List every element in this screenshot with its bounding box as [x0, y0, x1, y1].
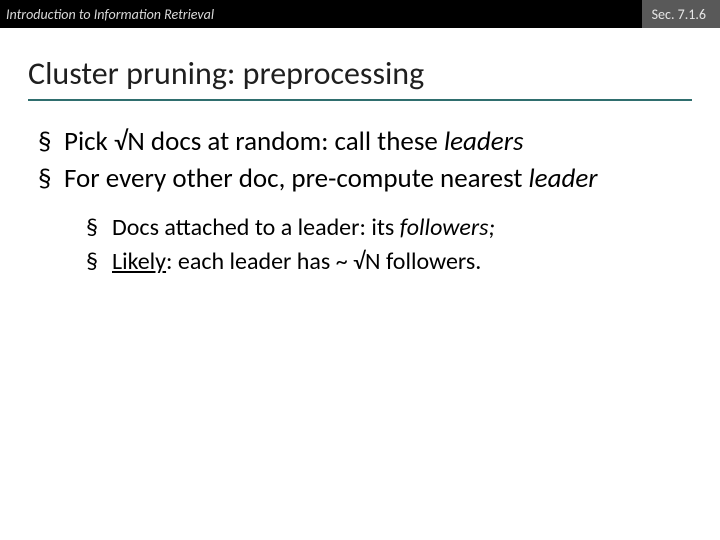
bullet-text: Pick √N docs at random: call these [64, 125, 444, 158]
bullet-list: Pick √N docs at random: call these leade… [36, 125, 684, 279]
header-bar: Introduction to Information Retrieval Se… [0, 0, 720, 28]
bullet-emphasis: leaders [444, 125, 524, 158]
slide-title: Cluster pruning: preprocessing [28, 54, 692, 101]
list-item: For every other doc, pre-compute nearest… [36, 162, 684, 279]
list-item: Docs attached to a leader: its followers… [86, 212, 684, 244]
bullet-text: Docs attached to a leader: its [112, 213, 400, 242]
bullet-text: For every other doc, pre-compute nearest [64, 162, 528, 195]
content-area: Pick √N docs at random: call these leade… [0, 107, 720, 279]
bullet-emphasis: followers; [400, 213, 495, 242]
bullet-emphasis: leader [528, 162, 597, 195]
sub-bullet-list: Docs attached to a leader: its followers… [86, 212, 684, 279]
header-section-ref: Sec. 7.1.6 [642, 0, 720, 28]
bullet-underline: Likely [112, 247, 166, 276]
list-item: Likely: each leader has ~ √N followers. [86, 246, 684, 278]
title-container: Cluster pruning: preprocessing [0, 28, 720, 107]
bullet-text: : each leader has ~ √N followers. [166, 247, 481, 276]
header-course-title: Introduction to Information Retrieval [0, 6, 214, 23]
list-item: Pick √N docs at random: call these leade… [36, 125, 684, 160]
